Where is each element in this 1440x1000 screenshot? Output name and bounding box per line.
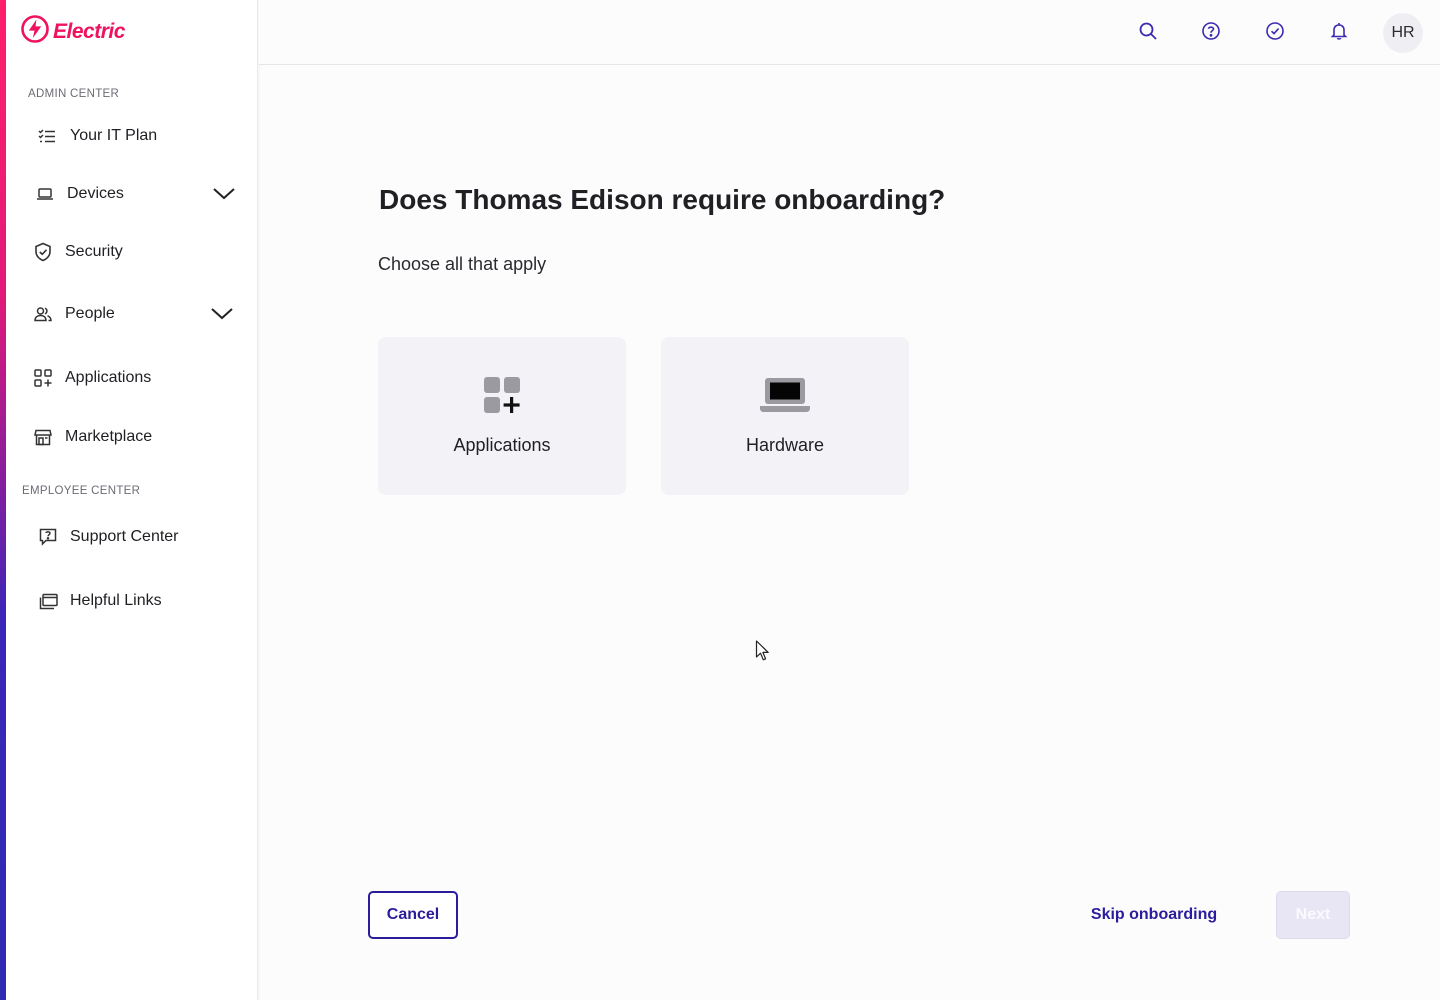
option-label: Applications — [453, 435, 551, 455]
sidebar-item-label: Your IT Plan — [70, 127, 158, 144]
links-window-icon — [38, 591, 58, 611]
shield-icon — [33, 242, 53, 262]
next-button[interactable]: Next — [1276, 891, 1350, 939]
chevron-down-icon[interactable] — [210, 302, 234, 326]
chevron-down-icon[interactable] — [212, 182, 236, 206]
check-circle-icon[interactable] — [1264, 20, 1286, 42]
sidebar-item-label: Applications — [65, 369, 152, 386]
sidebar-item-helpful-links[interactable]: Helpful Links — [6, 581, 258, 621]
top-bar — [259, 0, 1440, 65]
mouse-pointer-icon — [755, 640, 771, 662]
sidebar-item-applications[interactable]: Applications — [6, 358, 258, 398]
employee-center-label: EMPLOYEE CENTER — [22, 485, 141, 497]
sidebar-item-label: Security — [65, 243, 123, 260]
people-icon — [33, 304, 53, 324]
search-icon[interactable] — [1137, 20, 1159, 42]
sidebar-item-label: Helpful Links — [70, 592, 162, 609]
laptop-icon — [35, 184, 55, 204]
checklist-icon — [37, 126, 57, 146]
skip-onboarding-button[interactable]: Skip onboarding — [1086, 891, 1222, 939]
option-label: Hardware — [745, 435, 825, 455]
sidebar-item-label: Marketplace — [65, 428, 153, 445]
admin-center-label: ADMIN CENTER — [28, 88, 120, 100]
sidebar-item-your-it-plan[interactable]: Your IT Plan — [6, 116, 258, 156]
help-icon[interactable] — [1200, 20, 1222, 42]
brand-name: Electric — [53, 19, 125, 43]
apps-grid-icon — [33, 368, 53, 388]
support-chat-icon — [38, 527, 58, 547]
laptop-icon — [759, 375, 811, 415]
sidebar-item-support-center[interactable]: Support Center — [6, 517, 258, 557]
option-card-hardware[interactable]: Hardware — [661, 337, 909, 495]
sidebar-item-security[interactable]: Security — [6, 232, 258, 272]
sidebar-item-people[interactable]: People — [6, 294, 258, 334]
option-card-applications[interactable]: Applications — [378, 337, 626, 495]
avatar[interactable]: HR — [1383, 13, 1423, 53]
storefront-icon — [33, 427, 53, 447]
sidebar-item-label: People — [65, 305, 115, 322]
page-title: Does Thomas Edison require onboarding? — [379, 184, 946, 215]
sidebar-item-devices[interactable]: Devices — [6, 174, 258, 214]
cancel-button[interactable]: Cancel — [368, 891, 458, 939]
brand-logo[interactable]: Electric — [20, 14, 125, 49]
lightning-logo-icon — [20, 14, 50, 49]
sidebar: Electric ADMIN CENTER Your IT Plan Devic… — [6, 0, 258, 1000]
page-subtitle: Choose all that apply — [378, 254, 547, 274]
apps-add-icon — [476, 375, 528, 415]
sidebar-item-label: Devices — [67, 185, 124, 202]
sidebar-item-label: Support Center — [70, 528, 179, 545]
sidebar-item-marketplace[interactable]: Marketplace — [6, 417, 258, 457]
bell-icon[interactable] — [1328, 20, 1350, 42]
